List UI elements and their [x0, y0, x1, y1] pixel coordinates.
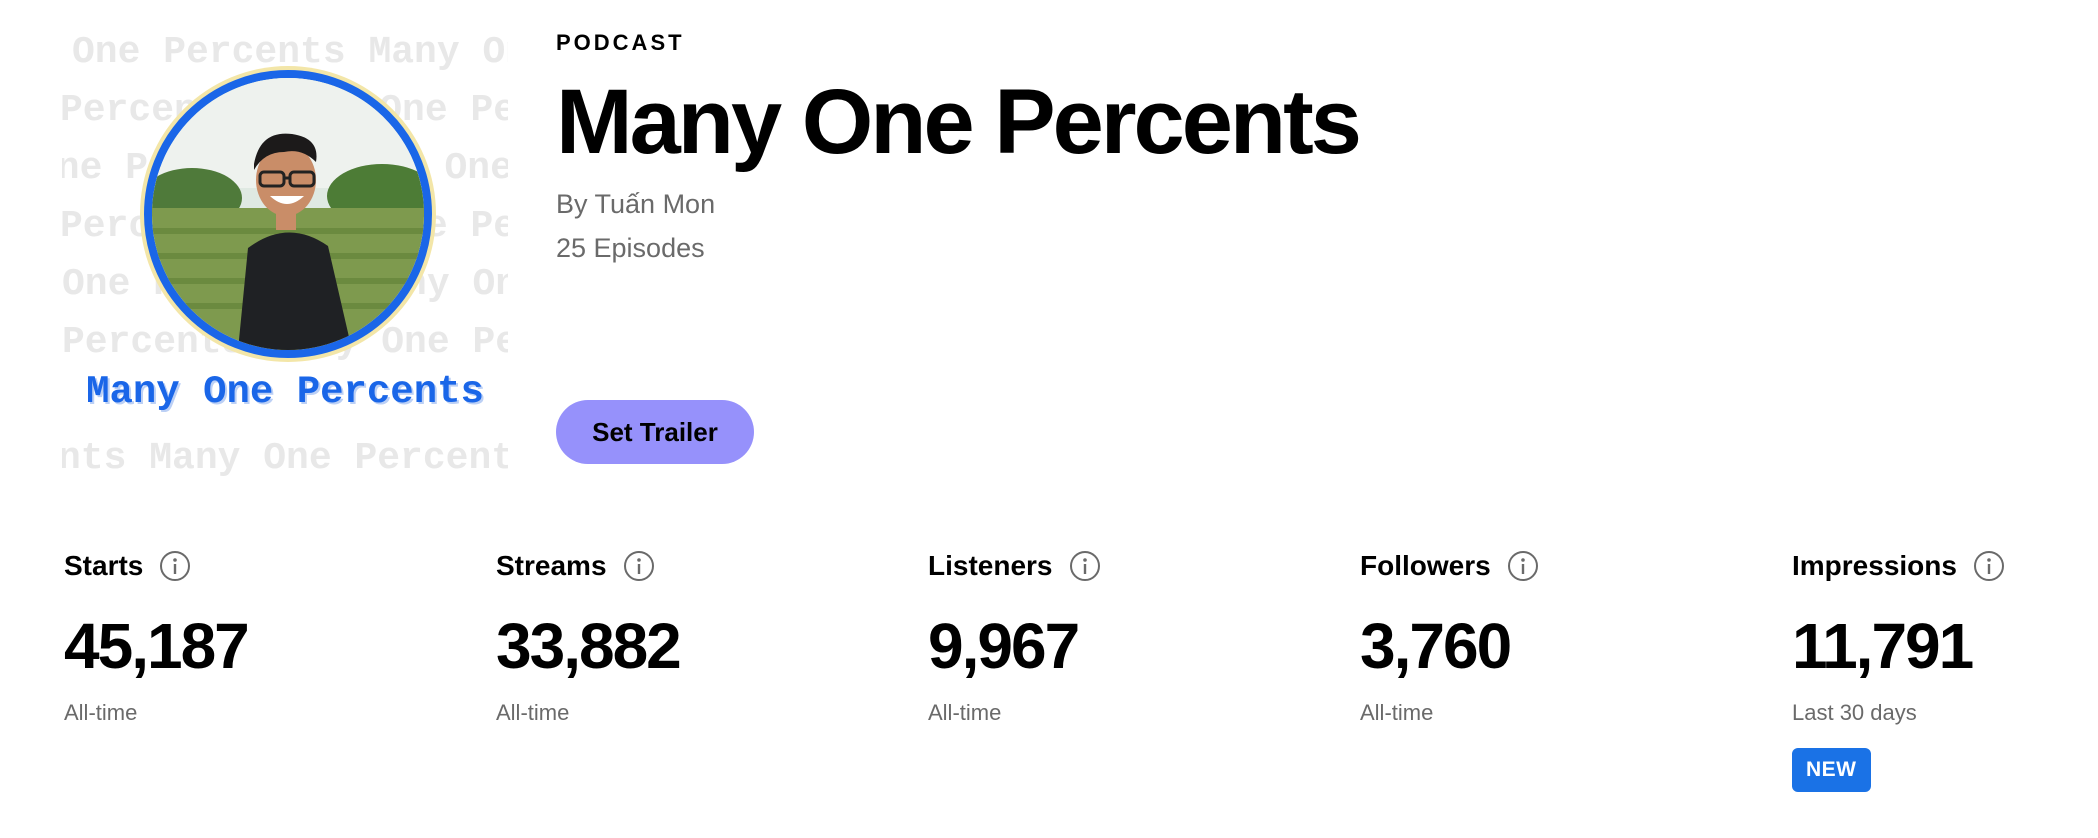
stat-starts: Starts 45,187 All-time [64, 546, 464, 728]
stats-row: Starts 45,187 All-time Streams 33,882 Al… [64, 546, 2098, 806]
stat-header: Starts [64, 546, 464, 586]
stat-period: All-time [1360, 700, 1434, 725]
stat-period: All-time [496, 700, 570, 725]
stat-header: Impressions [1792, 546, 2092, 586]
cover-pattern-row: nts Many One Percents [62, 437, 508, 478]
stat-label: Listeners [928, 550, 1053, 581]
stat-value: 45,187 [64, 610, 250, 682]
stat-period: All-time [928, 700, 1002, 725]
episode-count: 25 Episodes [556, 233, 705, 263]
stat-listeners: Listeners 9,967 All-time [928, 546, 1328, 728]
podcast-title: Many One Percents [556, 71, 1362, 173]
host-avatar-photo [144, 70, 432, 358]
stat-value: 9,967 [928, 610, 1080, 682]
new-badge: NEW [1792, 748, 1871, 792]
stat-value: 3,760 [1360, 610, 1512, 682]
stat-label: Streams [496, 550, 607, 581]
stat-header: Listeners [928, 546, 1328, 586]
stat-value: 11,791 [1792, 610, 1974, 682]
podcast-header: PODCAST Many One Percents By Tuấn Mon 25… [556, 28, 1362, 270]
info-icon[interactable] [1973, 550, 2005, 582]
stat-impressions: Impressions 11,791 Last 30 days NEW [1792, 546, 2092, 792]
stat-label: Followers [1360, 550, 1491, 581]
stat-header: Followers [1360, 546, 1760, 586]
stat-header: Streams [496, 546, 896, 586]
stat-period: All-time [64, 700, 138, 725]
stat-label: Impressions [1792, 550, 1957, 581]
info-icon[interactable] [1507, 550, 1539, 582]
stat-value: 33,882 [496, 610, 682, 682]
stat-streams: Streams 33,882 All-time [496, 546, 896, 728]
info-icon[interactable] [623, 550, 655, 582]
set-trailer-button[interactable]: Set Trailer [556, 400, 754, 464]
info-icon[interactable] [159, 550, 191, 582]
stat-followers: Followers 3,760 All-time [1360, 546, 1760, 728]
cover-title-text: Many One Percents [86, 370, 484, 414]
podcast-author: By Tuấn Mon [556, 189, 716, 219]
content-type-label: PODCAST [556, 30, 685, 55]
info-icon[interactable] [1069, 550, 1101, 582]
avatar-ring [140, 66, 436, 362]
stat-label: Starts [64, 550, 144, 581]
podcast-cover-art: One Percents Many One Percents Many One … [62, 18, 508, 478]
stat-period: Last 30 days [1792, 700, 1917, 725]
